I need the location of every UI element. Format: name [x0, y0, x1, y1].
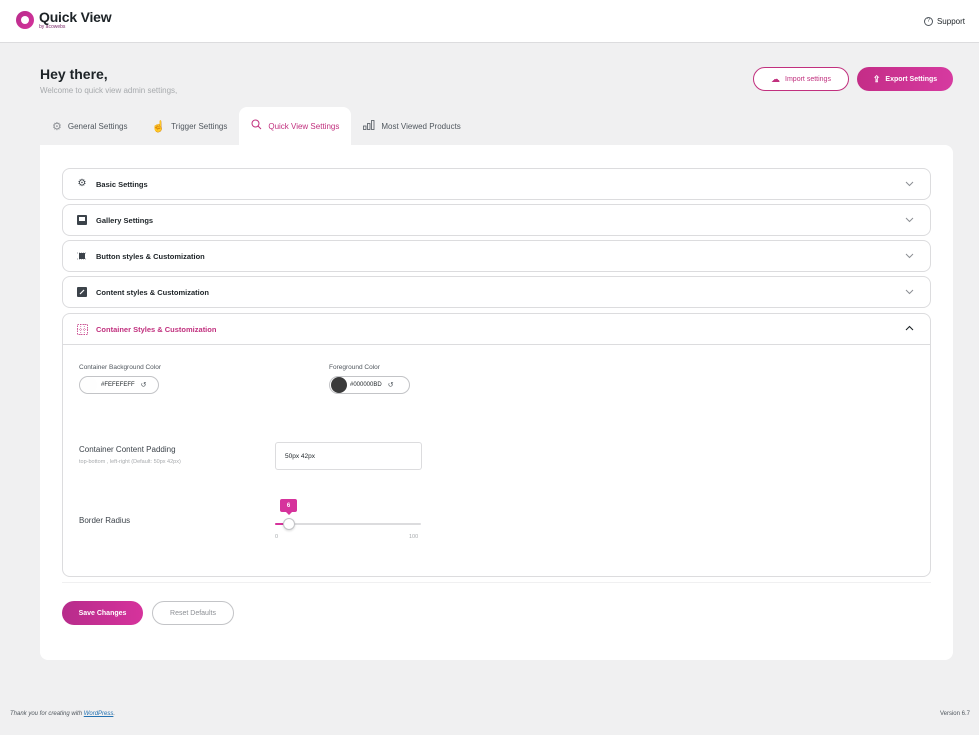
fg-color-picker[interactable]: #000000BD ↺ [329, 376, 410, 394]
border-radius-slider-track[interactable] [275, 523, 421, 525]
image-icon [77, 215, 87, 225]
tab-general-settings[interactable]: ⚙ General Settings [40, 107, 139, 145]
settings-panel: ⚙ Basic Settings Gallery Settings Button… [40, 145, 953, 660]
section-title: Gallery Settings [96, 215, 154, 225]
border-radius-slider-handle[interactable] [283, 518, 295, 530]
section-button-styles[interactable]: Button styles & Customization [62, 240, 931, 272]
wp-version: Version 6.7 [939, 711, 970, 717]
chevron-down-icon [905, 215, 914, 225]
tab-label: Quick View Settings [268, 121, 340, 131]
support-label: Support [936, 17, 965, 26]
edit-icon [77, 287, 87, 297]
chevron-up-icon [905, 323, 914, 333]
footer-punct: . [113, 711, 116, 717]
section-gallery-settings[interactable]: Gallery Settings [62, 204, 931, 236]
wordpress-link[interactable]: WordPress [84, 711, 114, 717]
reset-color-icon[interactable]: ↺ [141, 381, 147, 389]
fg-color-label: Foreground Color [329, 364, 380, 371]
wp-footer-text: Thank you for creating with WordPress. [10, 711, 115, 717]
import-label: Import settings [785, 75, 831, 83]
chevron-down-icon [905, 179, 914, 189]
section-title: Content styles & Customization [96, 287, 209, 297]
tab-most-viewed-products[interactable]: Most Viewed Products [351, 107, 472, 145]
section-content-styles[interactable]: Content styles & Customization [62, 276, 931, 308]
fg-color-swatch[interactable] [331, 377, 347, 393]
slider-value-tooltip: 6 [280, 499, 297, 515]
page-subtitle: Welcome to quick view admin settings, [40, 86, 178, 95]
tab-trigger-settings[interactable]: ☝ Trigger Settings [139, 107, 239, 145]
fg-color-value: #000000BD [350, 382, 382, 388]
section-basic-settings[interactable]: ⚙ Basic Settings [62, 168, 931, 200]
bg-color-picker[interactable]: #FEFEFEFF ↺ [79, 376, 159, 394]
padding-input[interactable]: 50px 42px [275, 442, 422, 470]
help-icon: ? [923, 17, 933, 26]
gear-icon: ⚙ [77, 178, 87, 189]
export-settings-button[interactable]: ⇪ Export Settings [857, 67, 953, 91]
reset-defaults-button[interactable]: Reset Defaults [152, 601, 234, 625]
save-changes-button[interactable]: Save Changes [62, 601, 143, 625]
app-logo[interactable]: Quick View by acowebs [16, 9, 112, 30]
bg-color-swatch[interactable] [81, 377, 97, 393]
tab-quick-view-settings[interactable]: Quick View Settings [239, 107, 352, 145]
page-title: Hey there, [40, 66, 108, 82]
slider-min-label: 0 [275, 534, 279, 540]
bg-color-value: #FEFEFEFF [101, 382, 135, 388]
logo-title: Quick View [39, 9, 112, 25]
gear-icon: ⚙ [52, 120, 62, 133]
padding-hint: top-bottom , left-right (Default: 50px 4… [79, 459, 181, 465]
pointer-icon: ☝ [151, 120, 166, 133]
slider-max-label: 100 [409, 534, 419, 540]
logo-subtitle: by acowebs [39, 24, 66, 30]
support-link[interactable]: ? Support [923, 17, 965, 26]
export-icon: ⇪ [872, 73, 881, 84]
section-container-styles: Container Styles & Customization Contain… [62, 313, 931, 577]
section-title: Basic Settings [96, 179, 148, 189]
section-title: Button styles & Customization [96, 251, 205, 261]
tab-label: Most Viewed Products [381, 121, 461, 131]
tab-label: Trigger Settings [171, 121, 228, 131]
divider [62, 582, 931, 583]
padding-label: Container Content Padding [79, 445, 176, 454]
grid-icon [77, 324, 88, 335]
bar-chart-icon [363, 119, 375, 133]
chevron-down-icon [905, 287, 914, 297]
export-label: Export Settings [885, 75, 938, 83]
top-bar: Quick View by acowebs ? Support [0, 0, 979, 43]
footer-thanks: Thank you for creating with [10, 711, 83, 717]
bg-color-label: Container Background Color [79, 364, 162, 371]
section-header[interactable]: Container Styles & Customization [63, 314, 930, 345]
search-icon [251, 119, 262, 133]
settings-tabs: ⚙ General Settings ☝ Trigger Settings Qu… [40, 107, 473, 145]
chevron-down-icon [905, 251, 914, 261]
cloud-upload-icon: ☁ [771, 73, 781, 84]
logo-mark-icon [16, 11, 34, 29]
tab-label: General Settings [67, 121, 128, 131]
reset-color-icon[interactable]: ↺ [388, 381, 394, 389]
section-title: Container Styles & Customization [96, 324, 217, 334]
greeting: Hey there, Welcome to quick view admin s… [40, 66, 177, 95]
border-radius-label: Border Radius [79, 516, 131, 525]
import-settings-button[interactable]: ☁ Import settings [753, 67, 849, 91]
button-icon [77, 251, 87, 261]
